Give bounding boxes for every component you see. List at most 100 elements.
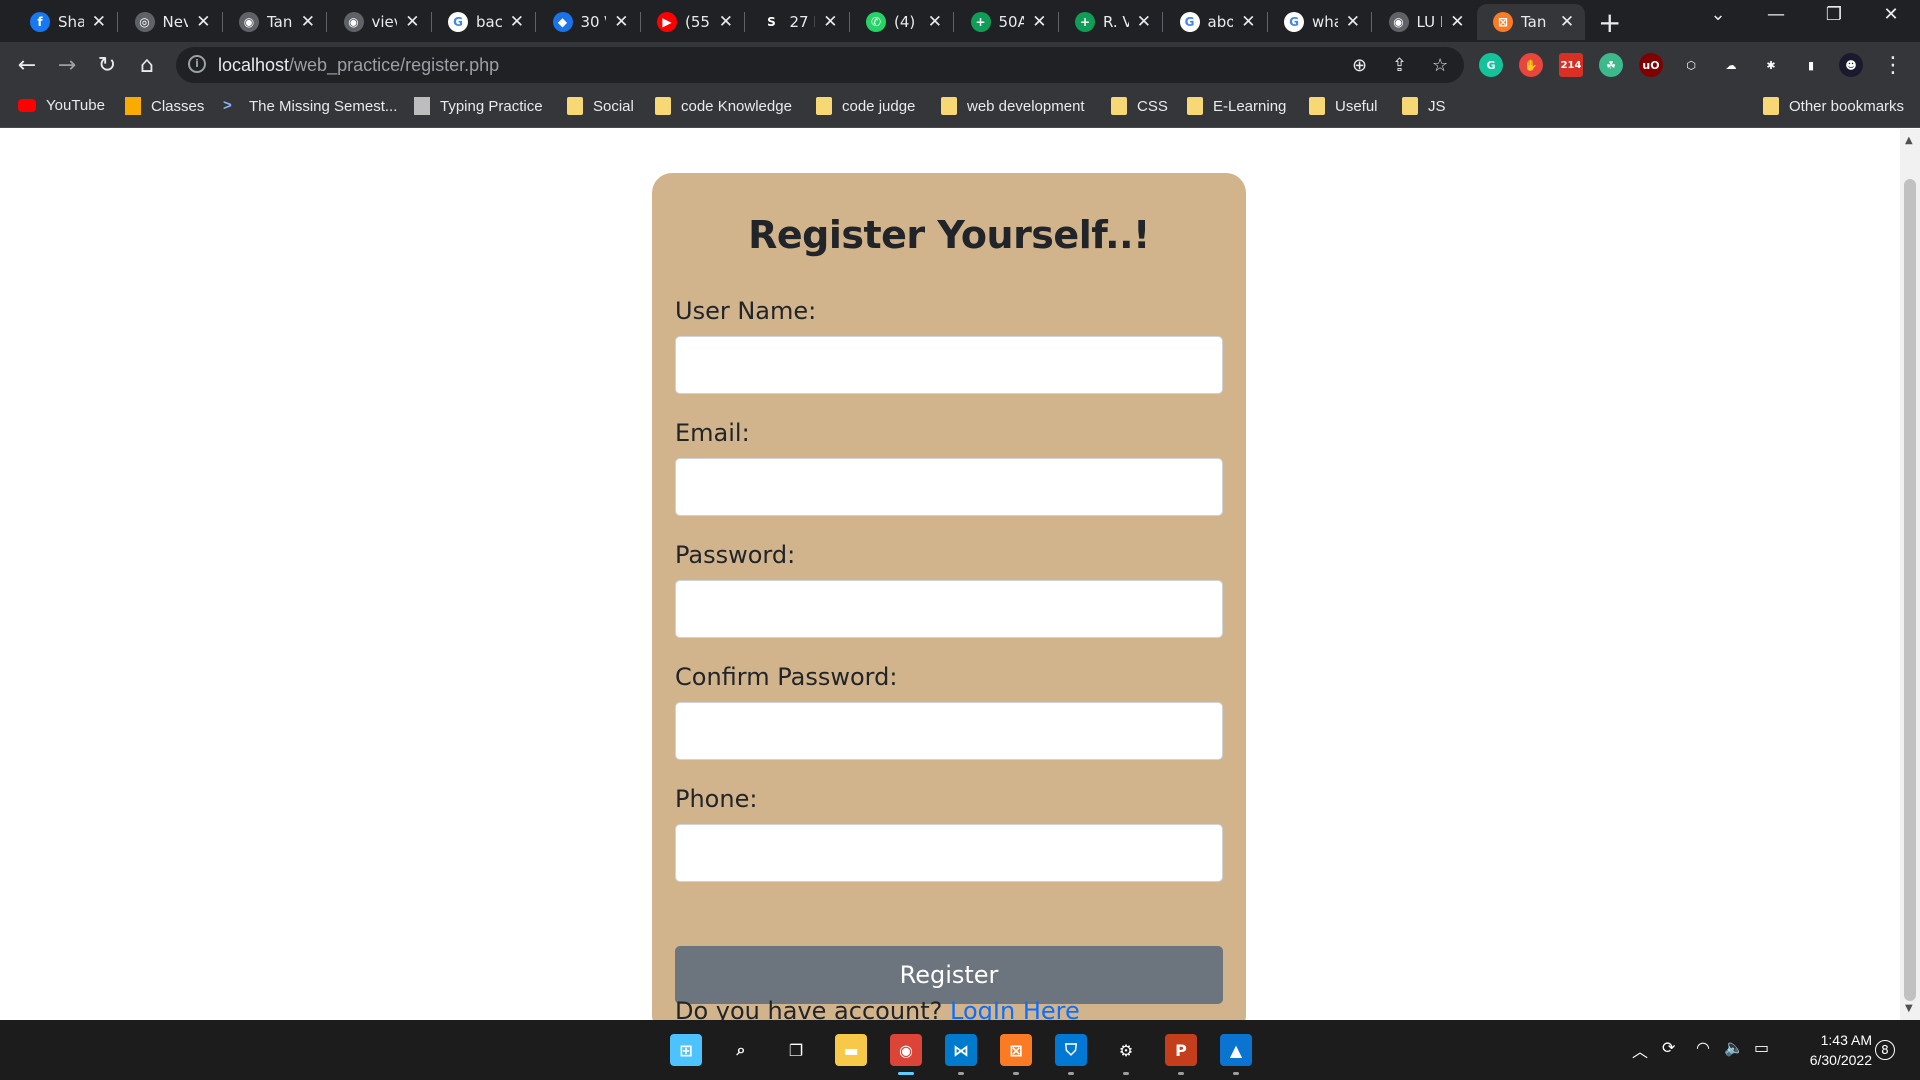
close-tab-icon[interactable]: ✕ (719, 12, 733, 32)
sidepanel-icon[interactable]: ▮ (1799, 53, 1823, 77)
close-tab-icon[interactable]: ✕ (196, 12, 210, 32)
browser-tab[interactable]: ▶ (55) ✕ (641, 4, 741, 40)
url-text[interactable]: localhost/web_practice/register.php (218, 55, 499, 76)
register-button[interactable]: Register (675, 946, 1223, 1004)
site-info-icon[interactable]: i (188, 55, 206, 73)
tab-search-icon[interactable]: ⌄ (1695, 4, 1741, 25)
reload-icon[interactable]: ↻ (90, 48, 124, 82)
close-tab-icon[interactable]: ✕ (1450, 12, 1464, 32)
sync-icon[interactable]: ⟳ (1662, 1038, 1675, 1057)
bookmark-item[interactable]: Social (567, 97, 634, 115)
bookmark-item[interactable]: code Knowledge (655, 97, 792, 115)
vscode-icon[interactable]: ⋈ (945, 1034, 977, 1066)
bookmark-item[interactable]: > The Missing Semest... (223, 97, 397, 115)
close-tab-icon[interactable]: ✕ (614, 12, 628, 32)
tab-title: 27 E (789, 13, 816, 31)
bookmark-item[interactable]: JS (1402, 97, 1446, 115)
new-tab-button[interactable]: + (1598, 6, 1621, 39)
close-tab-icon[interactable]: ✕ (823, 12, 837, 32)
stop-hand-icon[interactable]: ✋ (1519, 53, 1543, 77)
brain-icon[interactable]: ☘ (1599, 53, 1623, 77)
bookmark-item[interactable]: web development (941, 97, 1085, 115)
cube-icon[interactable]: ⬡ (1679, 53, 1703, 77)
bookmark-item[interactable]: E-Learning (1187, 97, 1286, 115)
close-tab-icon[interactable]: ✕ (928, 12, 942, 32)
browser-tab[interactable]: ◉ viev ✕ (328, 4, 428, 40)
login-link[interactable]: LogIn Here (950, 997, 1080, 1020)
zoom-icon[interactable]: ⊕ (1352, 55, 1367, 76)
page-scrollbar[interactable]: ▲ ▼ (1900, 129, 1920, 1020)
forward-icon[interactable]: → (50, 48, 84, 82)
phone-input[interactable] (675, 824, 1223, 882)
bookmark-item[interactable]: Typing Practice (414, 97, 543, 115)
minimize-icon[interactable]: — (1753, 4, 1799, 25)
browser-tab[interactable]: Gabo ✕ (1164, 4, 1264, 40)
close-tab-icon[interactable]: ✕ (1032, 12, 1046, 32)
browser-tab[interactable]: +50A ✕ (955, 4, 1055, 40)
restore-icon[interactable]: ❐ (1811, 4, 1857, 25)
close-tab-icon[interactable]: ✕ (1559, 12, 1575, 32)
browser-tab[interactable]: f Sha ✕ (14, 4, 114, 40)
address-bar[interactable]: i localhost/web_practice/register.php ⊕ … (176, 47, 1464, 83)
bookmark-item[interactable]: CSS (1111, 97, 1168, 115)
search-icon[interactable]: ⌕ (725, 1034, 757, 1066)
browser-tab[interactable]: Gwha ✕ (1268, 4, 1368, 40)
browser-tab[interactable]: S 27 E ✕ (746, 4, 846, 40)
bookmark-item[interactable]: Useful (1309, 97, 1378, 115)
ublock-icon[interactable]: uO (1639, 53, 1663, 77)
email-input[interactable] (675, 458, 1223, 516)
browser-tab[interactable]: ⊠ Tan ✕ (1477, 4, 1585, 40)
browser-tab[interactable]: ◉ Tan ✕ (223, 4, 323, 40)
notification-badge[interactable]: 8 (1875, 1040, 1895, 1060)
settings-icon[interactable]: ⚙ (1110, 1034, 1142, 1066)
xampp-icon[interactable]: ⊠ (1000, 1034, 1032, 1066)
tray-overflow-icon[interactable]: ︿ (1632, 1038, 1648, 1062)
close-window-icon[interactable]: ✕ (1868, 4, 1914, 25)
scroll-down-icon[interactable]: ▼ (1905, 1003, 1913, 1014)
gmail-counter-icon[interactable]: 214 (1559, 53, 1583, 77)
puzzle-icon[interactable]: ✱ (1759, 53, 1783, 77)
file-explorer-icon[interactable]: ▬ (835, 1034, 867, 1066)
battery-icon[interactable]: ▭ (1754, 1038, 1769, 1057)
username-input[interactable] (675, 336, 1223, 394)
browser-tab[interactable]: ◉ LU I ✕ (1373, 4, 1473, 40)
running-indicator (958, 1072, 964, 1075)
back-icon[interactable]: ← (10, 48, 44, 82)
close-tab-icon[interactable]: ✕ (510, 12, 524, 32)
close-tab-icon[interactable]: ✕ (1346, 12, 1360, 32)
bookmark-item[interactable]: YouTube (18, 97, 105, 114)
close-tab-icon[interactable]: ✕ (92, 12, 106, 32)
browser-tab[interactable]: + R. V ✕ (1059, 4, 1159, 40)
close-tab-icon[interactable]: ✕ (405, 12, 419, 32)
bookmark-item[interactable]: code judge (816, 97, 915, 115)
browser-tab[interactable]: Gbac ✕ (432, 4, 532, 40)
close-tab-icon[interactable]: ✕ (1241, 12, 1255, 32)
grammarly-icon[interactable]: G (1479, 53, 1503, 77)
profile-avatar-icon[interactable]: ☻ (1839, 53, 1863, 77)
browser-tab[interactable]: ◆ 30 \ ✕ (537, 4, 637, 40)
share-icon[interactable]: ⇪ (1392, 55, 1407, 76)
photos-icon[interactable]: ▲ (1220, 1034, 1252, 1066)
confirm-password-input[interactable] (675, 702, 1223, 760)
password-input[interactable] (675, 580, 1223, 638)
close-tab-icon[interactable]: ✕ (1137, 12, 1151, 32)
windows-start-icon[interactable]: ⊞ (670, 1034, 702, 1066)
cloud-icon[interactable]: ☁ (1719, 53, 1743, 77)
chrome-menu-icon[interactable]: ⋮ (1876, 48, 1910, 82)
bookmark-star-icon[interactable]: ☆ (1432, 55, 1448, 76)
browser-tab[interactable]: ✆ (4) \ ✕ (850, 4, 950, 40)
task-view-icon[interactable]: ❐ (780, 1034, 812, 1066)
volume-icon[interactable]: 🔈 (1724, 1038, 1744, 1057)
scroll-up-icon[interactable]: ▲ (1905, 135, 1913, 146)
system-clock[interactable]: 1:43 AM 6/30/2022 (1792, 1030, 1872, 1070)
powerpoint-icon[interactable]: P (1165, 1034, 1197, 1066)
scroll-thumb[interactable] (1904, 179, 1916, 1001)
bookmark-item[interactable]: Classes (125, 97, 204, 115)
other-bookmarks[interactable]: Other bookmarks (1763, 97, 1904, 115)
chrome-icon[interactable]: ◉ (890, 1034, 922, 1066)
close-tab-icon[interactable]: ✕ (301, 12, 315, 32)
home-icon[interactable]: ⌂ (130, 48, 164, 82)
browser-tab[interactable]: ◎ Nev ✕ (119, 4, 219, 40)
wifi-icon[interactable]: ◠ (1696, 1038, 1710, 1057)
defender-icon[interactable]: ⛉ (1055, 1034, 1087, 1066)
